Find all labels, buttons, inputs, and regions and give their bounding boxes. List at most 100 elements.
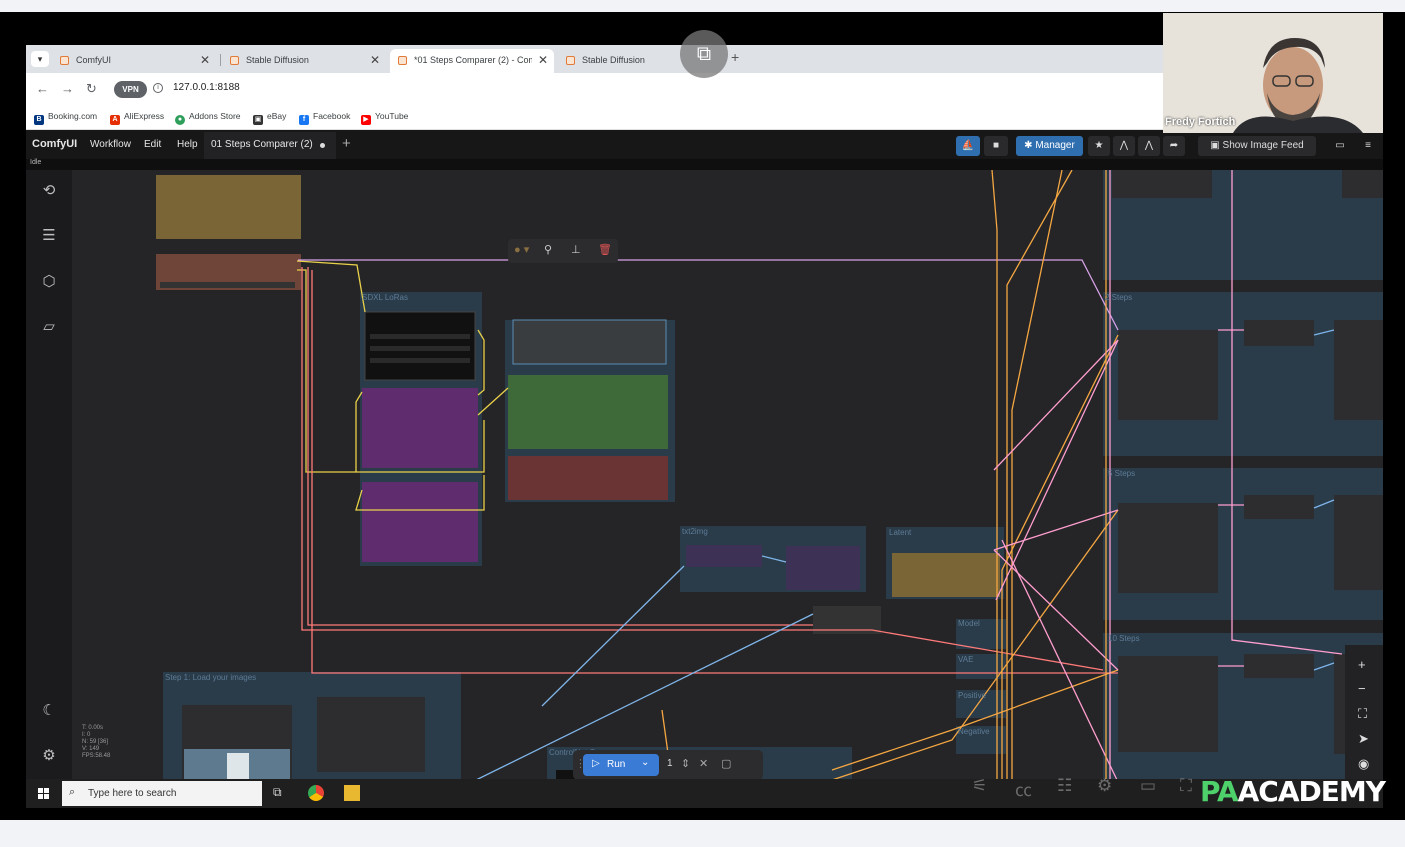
node-lora-purple-1[interactable] — [362, 388, 478, 468]
browser-tab-comfyui[interactable]: ComfyUI ✕ — [52, 49, 216, 73]
node-ksampler-top[interactable] — [1112, 170, 1212, 198]
node-ksampler-2[interactable] — [1118, 330, 1218, 420]
unsaved-dot-icon — [320, 143, 325, 148]
tab-close-icon[interactable]: ✕ — [538, 49, 548, 71]
node-preview-top[interactable] — [1342, 170, 1383, 198]
workflow-tab[interactable]: 01 Steps Comparer (2) — [204, 132, 336, 159]
new-tab-button[interactable]: + — [731, 49, 739, 65]
video-fullscreen-icon[interactable]: ⛶ — [1180, 776, 1192, 796]
select-mode-icon[interactable]: ➤ — [1358, 731, 1369, 747]
node-widget-bar — [370, 346, 470, 351]
node-ksampler-10[interactable] — [1118, 656, 1218, 752]
node-lora-purple-2[interactable] — [362, 482, 478, 562]
queue-list-icon[interactable]: ☰ — [38, 225, 60, 247]
bookmark-youtube[interactable]: ▶ YouTube — [361, 111, 408, 125]
node-ksampler-5[interactable] — [1118, 503, 1218, 593]
node-preview-5[interactable] — [1334, 495, 1383, 590]
browser-tab-stable-diffusion[interactable]: Stable Diffusion ✕ — [222, 49, 386, 73]
browser-tab-steps-comparer[interactable]: *01 Steps Comparer (2) - Comf ✕ — [390, 49, 554, 73]
video-cc-icon[interactable]: ㏄ — [1015, 776, 1032, 801]
node-prompt-selected[interactable] — [512, 319, 667, 365]
bookmark-facebook[interactable]: f Facebook — [299, 111, 350, 125]
url-field[interactable]: 127.0.0.1:8188 — [173, 82, 240, 93]
file-explorer-icon[interactable] — [344, 785, 360, 801]
windows-start-icon[interactable] — [38, 788, 49, 799]
panel-toggle-icon[interactable]: ▭ — [1330, 136, 1350, 156]
settings-gear-icon[interactable]: ⚙ — [38, 745, 60, 767]
menu-help[interactable]: Help — [177, 139, 198, 150]
bookmark-ebay[interactable]: ▣ eBay — [253, 111, 286, 125]
share-icon-b[interactable]: ⋀ — [1138, 136, 1160, 156]
taskbar-search[interactable]: ⌕ Type here to search — [62, 781, 262, 806]
task-view-icon[interactable]: ⧉ — [273, 785, 289, 801]
node-decode-2[interactable] — [1244, 320, 1314, 346]
bypass-wand-icon[interactable]: ⚲ — [544, 243, 552, 256]
presenter-name: Fredy Fortich — [1165, 116, 1236, 128]
node-latent[interactable] — [892, 553, 1000, 597]
history-icon[interactable]: ⟲ — [38, 180, 60, 202]
show-image-feed-button[interactable]: ▣ Show Image Feed — [1198, 136, 1316, 156]
video-settings-icon[interactable]: ⚙ — [1097, 776, 1112, 796]
new-workflow-plus-icon[interactable]: + — [342, 135, 351, 152]
forward-arrow-icon[interactable]: → — [61, 81, 74, 96]
group-title-latent: Latent — [889, 528, 912, 537]
aliexpress-icon: A — [110, 115, 120, 125]
arrow-share-icon[interactable]: ➦ — [1163, 136, 1185, 156]
stat-nodes: N: 59 [36] — [82, 739, 109, 745]
node-widget-bar — [370, 334, 470, 339]
chrome-icon[interactable] — [308, 785, 324, 801]
theme-moon-icon[interactable]: ☾ — [38, 700, 60, 722]
video-miniplayer-icon[interactable]: ⚟ — [972, 776, 987, 796]
back-arrow-icon[interactable]: ← — [36, 81, 49, 96]
bookmark-aliexpress[interactable]: A AliExpress — [110, 111, 164, 125]
zoom-out-icon[interactable]: − — [1358, 681, 1366, 696]
cancel-x-icon[interactable]: ✕ — [699, 757, 708, 770]
popout-window-icon[interactable]: ⧉ — [680, 30, 728, 78]
batch-stepper-icon[interactable]: ⇕ — [681, 757, 690, 770]
batch-count-input[interactable]: 1 — [667, 758, 673, 769]
node-txt2img-b[interactable] — [786, 546, 860, 590]
zoom-in-icon[interactable]: + — [1358, 657, 1366, 672]
reload-icon[interactable]: ↻ — [86, 81, 97, 97]
toggle-links-eye-icon[interactable]: ◉ — [1358, 756, 1369, 772]
comfy-logo[interactable]: ComfyUI — [32, 138, 77, 150]
run-dropdown-chevron-icon[interactable]: ⌄ — [641, 757, 649, 768]
manager-button[interactable]: ✱ Manager — [1016, 136, 1083, 156]
node-positive-prompt[interactable] — [508, 375, 668, 449]
share-icon-a[interactable]: ⋀ — [1113, 136, 1135, 156]
video-search-icon[interactable]: ☷ — [1057, 776, 1072, 796]
node-note-gold[interactable] — [156, 175, 301, 239]
menu-workflow[interactable]: Workflow — [90, 139, 131, 150]
bookmark-booking[interactable]: B Booking.com — [34, 111, 97, 125]
toolbar-sail-icon[interactable]: ⛵ — [956, 136, 980, 156]
tab-close-icon[interactable]: ✕ — [370, 49, 380, 71]
clear-queue-icon[interactable]: ▢ — [721, 757, 731, 770]
tab-title: Stable Diffusion — [246, 55, 309, 65]
video-theater-icon[interactable]: ▭ — [1140, 776, 1156, 796]
color-picker-icon[interactable]: ● ▾ — [514, 243, 529, 256]
bookmark-addons-store[interactable]: ● Addons Store — [175, 111, 241, 125]
node-graph-canvas[interactable]: SDXL LoRas txt2img Latent 2 Steps 5 Step… — [72, 170, 1383, 782]
bookmark-icon[interactable]: ■ — [984, 136, 1008, 156]
tab-close-icon[interactable]: ✕ — [200, 49, 210, 71]
delete-trash-icon[interactable]: 🗑 — [598, 243, 612, 256]
workflows-folder-icon[interactable]: ▱ — [38, 316, 60, 338]
node-decode-5[interactable] — [1244, 495, 1314, 519]
node-decode-10[interactable] — [1244, 654, 1314, 678]
node-image-resize[interactable] — [317, 697, 425, 772]
tab-title: *01 Steps Comparer (2) - Comf — [414, 55, 532, 65]
node-txt2img-a[interactable] — [686, 545, 762, 567]
menu-edit[interactable]: Edit — [144, 139, 161, 150]
node-preview-2[interactable] — [1334, 320, 1383, 420]
vpn-badge[interactable]: VPN — [114, 81, 147, 98]
fit-view-icon[interactable]: ⛶ — [1358, 706, 1367, 722]
run-button[interactable]: ▷ Run ⌄ — [583, 754, 659, 776]
model-library-cube-icon[interactable]: ⬡ — [38, 271, 60, 293]
star-icon[interactable]: ★ — [1088, 136, 1110, 156]
hamburger-menu-icon[interactable]: ≡ — [1358, 136, 1378, 156]
node-negative-prompt[interactable] — [508, 456, 668, 500]
site-info-icon[interactable]: i — [153, 83, 163, 93]
pin-icon[interactable]: ⊥ — [571, 243, 581, 256]
tab-search-chevron-icon[interactable]: ▾ — [31, 51, 49, 67]
comfy-sidebar: ⟲ ☰ ⬡ ▱ ☾ ⚙ — [26, 170, 72, 782]
